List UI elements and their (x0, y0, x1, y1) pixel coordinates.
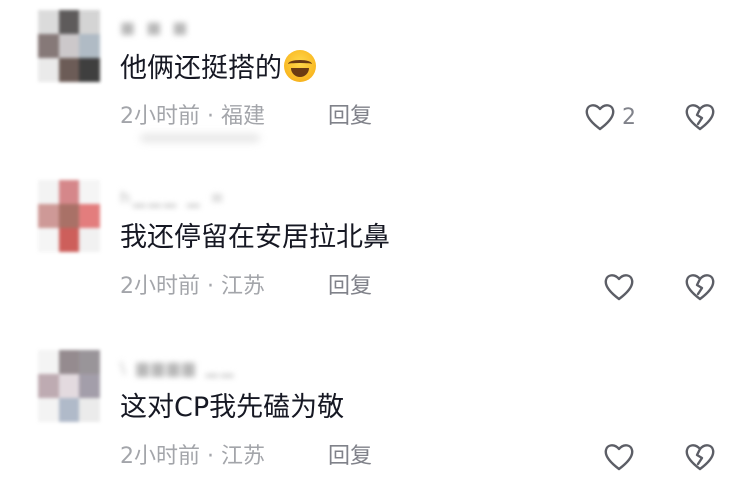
reply-button[interactable]: 回复 (328, 442, 372, 472)
comment-meta: 2小时前 · 江苏 (120, 444, 265, 469)
broken-heart-icon[interactable] (684, 272, 716, 302)
avatar-pixel (79, 398, 100, 422)
avatar-pixel (79, 374, 100, 398)
avatar-pixel (38, 228, 59, 252)
avatar-pixel (38, 204, 59, 228)
avatar-pixel (38, 10, 59, 34)
avatar-pixel (58, 228, 80, 252)
avatar-pixel (79, 180, 100, 204)
username[interactable]: h▁▁▁ ▁ ≡ (120, 188, 250, 210)
comment-item: h▁▁▁ ▁ ≡ 我还停留在安居拉北鼻 2小时前 · 江苏 回复 (0, 180, 750, 340)
comment-text: 他俩还挺搭的 (120, 50, 316, 87)
avatar-pixel (79, 34, 100, 58)
heart-icon (604, 444, 634, 471)
reply-button[interactable]: 回复 (328, 272, 372, 302)
like-button[interactable] (603, 272, 635, 302)
avatar-pixel (58, 374, 80, 398)
avatar-pixel (58, 350, 80, 374)
comment-item: ■ ■ ■ 他俩还挺搭的 2小时前 · 福建 回复 2 (0, 10, 750, 170)
broken-heart-icon[interactable] (684, 102, 716, 132)
avatar-pixel (58, 10, 80, 34)
avatar-pixel (79, 10, 100, 34)
avatar[interactable] (38, 10, 100, 82)
heart-icon (604, 274, 634, 301)
blurred-strip (140, 134, 260, 142)
comment-meta: 2小时前 · 福建 (120, 104, 265, 129)
avatar-pixel (58, 398, 80, 422)
comment-text-content: 这对CP我先磕为敬 (120, 392, 345, 423)
avatar-pixel (38, 398, 59, 422)
comment-text: 这对CP我先磕为敬 (120, 390, 344, 426)
heart-icon (585, 104, 615, 131)
comment-text-content: 我还停留在安居拉北鼻 (120, 222, 390, 253)
like-button[interactable] (603, 442, 635, 472)
avatar-pixel (38, 374, 59, 398)
comment-list: ■ ■ ■ 他俩还挺搭的 2小时前 · 福建 回复 2 h▁▁▁ ▁ ≡ 我还停… (0, 0, 750, 503)
avatar[interactable] (38, 180, 100, 252)
reply-button[interactable]: 回复 (328, 102, 372, 132)
avatar-pixel (58, 34, 80, 58)
comment-text: 我还停留在安居拉北鼻 (120, 220, 390, 256)
avatar-pixel (79, 58, 100, 82)
comment-meta: 2小时前 · 江苏 (120, 274, 265, 299)
avatar-pixel (58, 180, 80, 204)
avatar-pixel (38, 34, 59, 58)
avatar-pixel (38, 180, 59, 204)
avatar-pixel (58, 204, 80, 228)
comment-item: \ ▆▆▆▆ ▁▁ 这对CP我先磕为敬 2小时前 · 江苏 回复 (0, 350, 750, 503)
avatar-pixel (58, 58, 80, 82)
avatar-pixel (79, 228, 100, 252)
avatar-pixel (38, 350, 59, 374)
comment-text-content: 他俩还挺搭的 (120, 53, 282, 84)
laughing-crying-emoji-icon (284, 50, 316, 82)
avatar-pixel (79, 350, 100, 374)
avatar-pixel (38, 58, 59, 82)
username[interactable]: ■ ■ ■ (120, 18, 250, 40)
broken-heart-icon[interactable] (684, 442, 716, 472)
avatar[interactable] (38, 350, 100, 422)
like-count: 2 (622, 104, 636, 130)
like-button[interactable]: 2 (584, 102, 636, 132)
username[interactable]: \ ▆▆▆▆ ▁▁ (120, 358, 250, 380)
avatar-pixel (79, 204, 100, 228)
